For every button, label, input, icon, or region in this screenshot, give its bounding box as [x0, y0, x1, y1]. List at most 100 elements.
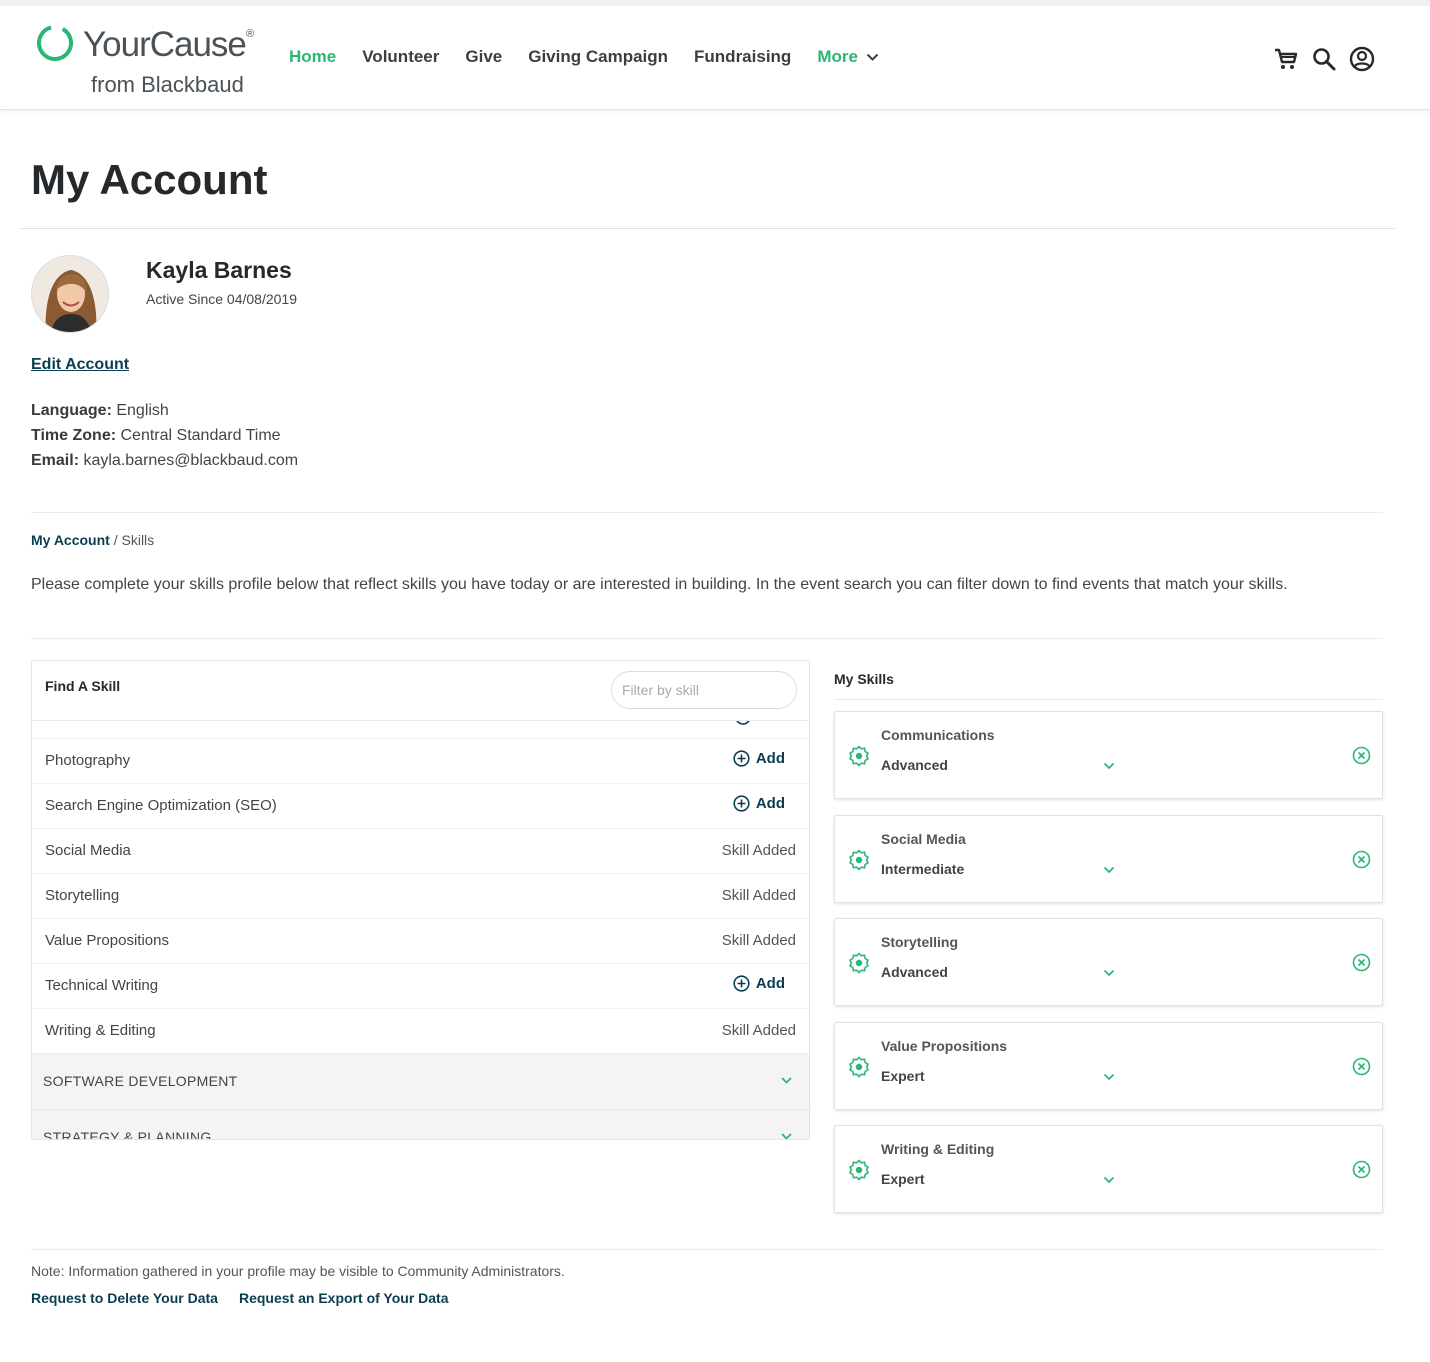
skill-row-storytelling: Storytelling Skill Added — [32, 874, 809, 919]
chevron-down-icon — [781, 1133, 792, 1139]
remove-skill-icon[interactable] — [1352, 850, 1371, 869]
edit-account-link[interactable]: Edit Account — [31, 356, 129, 374]
skill-added-status: Skill Added — [721, 1022, 796, 1039]
language-label: Language: — [31, 402, 112, 419]
my-skill-card-social-media: Social Media Intermediate — [834, 815, 1383, 903]
add-skill-button[interactable]: Add — [733, 750, 785, 767]
remove-skill-icon[interactable] — [1352, 1057, 1371, 1076]
chevron-down-icon — [781, 1077, 792, 1084]
footer-links: Request to Delete Your Data Request an E… — [31, 1290, 449, 1306]
nav-give[interactable]: Give — [465, 47, 502, 67]
add-circle-icon — [733, 975, 750, 992]
divider — [19, 228, 1395, 229]
site-header: YourCause ® from Blackbaud Home Voluntee… — [0, 6, 1430, 110]
skill-badge-icon — [848, 1159, 870, 1181]
skill-row-seo: Search Engine Optimization (SEO) Add — [32, 784, 809, 829]
add-skill-label: Add — [755, 795, 785, 812]
remove-skill-icon[interactable] — [1352, 1160, 1371, 1179]
remove-skill-icon[interactable] — [1352, 746, 1371, 765]
remove-skill-icon[interactable] — [1352, 953, 1371, 972]
skill-level-select[interactable]: Advanced — [881, 757, 948, 773]
nav-more[interactable]: More — [817, 47, 879, 67]
timezone-line: Time Zone: Central Standard Time — [31, 427, 281, 445]
skill-added-status: Skill Added — [721, 932, 796, 949]
my-skill-name: Social Media — [881, 831, 966, 847]
filter-skill-input[interactable] — [611, 671, 797, 709]
skill-name: Technical Writing — [45, 977, 159, 994]
my-skill-card-communications: Communications Advanced — [834, 711, 1383, 799]
main-nav: Home Volunteer Give Giving Campaign Fund… — [289, 47, 905, 67]
privacy-note: Note: Information gathered in your profi… — [31, 1263, 565, 1279]
divider — [31, 1249, 1383, 1250]
divider — [31, 638, 1383, 639]
account-icon[interactable] — [1349, 46, 1375, 72]
delete-data-link[interactable]: Request to Delete Your Data — [31, 1290, 218, 1306]
category-software-development[interactable]: SOFTWARE DEVELOPMENT — [32, 1054, 809, 1110]
avatar — [31, 255, 109, 333]
skill-name: Search Engine Optimization (SEO) — [45, 797, 277, 814]
search-icon[interactable] — [1311, 46, 1337, 72]
my-skills-title: My Skills — [834, 671, 894, 687]
nav-more-label: More — [817, 47, 858, 66]
skill-level-select[interactable]: Advanced — [881, 964, 948, 980]
nav-giving-campaign[interactable]: Giving Campaign — [528, 47, 668, 67]
add-circle-icon — [733, 795, 750, 812]
chevron-down-icon[interactable] — [1103, 1073, 1115, 1081]
skill-added-status: Skill Added — [721, 842, 796, 859]
export-data-link[interactable]: Request an Export of Your Data — [239, 1290, 449, 1306]
category-name: SOFTWARE DEVELOPMENT — [43, 1073, 238, 1089]
logo-registered-mark: ® — [246, 28, 255, 40]
chevron-down-icon — [866, 53, 879, 61]
skill-level-select[interactable]: Expert — [881, 1171, 925, 1187]
divider — [31, 512, 1383, 513]
skill-name: Writing & Editing — [45, 1022, 156, 1039]
skill-level-select[interactable]: Expert — [881, 1068, 925, 1084]
language-value: English — [116, 402, 169, 419]
logo-subtitle: from Blackbaud — [91, 72, 244, 97]
add-skill-button[interactable]: Add — [733, 975, 785, 992]
profile-name: Kayla Barnes — [146, 257, 292, 283]
divider — [834, 699, 1383, 700]
nav-volunteer[interactable]: Volunteer — [362, 47, 439, 67]
active-since: Active Since 04/08/2019 — [146, 291, 297, 307]
my-skill-name: Value Propositions — [881, 1038, 1008, 1054]
skill-added-status: Skill Added — [721, 887, 796, 904]
skill-level-select[interactable]: Intermediate — [881, 861, 964, 877]
find-skill-title: Find A Skill — [45, 678, 121, 694]
category-name: STRATEGY & PLANNING — [43, 1129, 212, 1140]
header-icons — [1273, 46, 1375, 72]
my-skill-card-value-propositions: Value Propositions Expert — [834, 1022, 1383, 1110]
avatar-photo — [32, 256, 108, 332]
skill-badge-icon — [848, 1056, 870, 1078]
breadcrumb-my-account[interactable]: My Account — [31, 532, 110, 548]
chevron-down-icon[interactable] — [1103, 762, 1115, 770]
timezone-label: Time Zone: — [31, 427, 117, 444]
email-value: kayla.barnes@blackbaud.com — [83, 452, 299, 469]
yourcause-logo[interactable]: YourCause ® from Blackbaud — [36, 22, 266, 102]
page-title: My Account — [31, 156, 268, 203]
add-skill-button[interactable]: Add — [733, 795, 785, 812]
skill-row-technical-writing: Technical Writing Add — [32, 964, 809, 1009]
chevron-down-icon[interactable] — [1103, 969, 1115, 977]
category-strategy-planning[interactable]: STRATEGY & PLANNING — [32, 1110, 809, 1140]
breadcrumb: My Account / Skills — [31, 532, 154, 548]
nav-fundraising[interactable]: Fundraising — [694, 47, 791, 67]
email-label: Email: — [31, 452, 80, 469]
nav-home[interactable]: Home — [289, 47, 336, 67]
my-skill-card-storytelling: Storytelling Advanced — [834, 918, 1383, 1006]
find-skill-header: Find A Skill — [32, 661, 809, 721]
add-skill-label: Add — [755, 750, 785, 767]
chevron-down-icon[interactable] — [1103, 866, 1115, 874]
skill-row-social-media: Social Media Skill Added — [32, 829, 809, 874]
skill-name: Social Media — [45, 842, 131, 859]
skill-name: Photography — [45, 752, 131, 769]
my-skill-card-writing-editing: Writing & Editing Expert — [834, 1125, 1383, 1213]
chevron-down-icon[interactable] — [1103, 1176, 1115, 1184]
skill-row-value-propositions: Value Propositions Skill Added — [32, 919, 809, 964]
skill-badge-icon — [848, 849, 870, 871]
my-skill-name: Communications — [881, 727, 995, 743]
cart-icon[interactable] — [1273, 46, 1299, 72]
my-skill-name: Storytelling — [881, 934, 959, 950]
skill-row-writing-editing: Writing & Editing Skill Added — [32, 1009, 809, 1054]
breadcrumb-current: Skills — [121, 532, 155, 548]
